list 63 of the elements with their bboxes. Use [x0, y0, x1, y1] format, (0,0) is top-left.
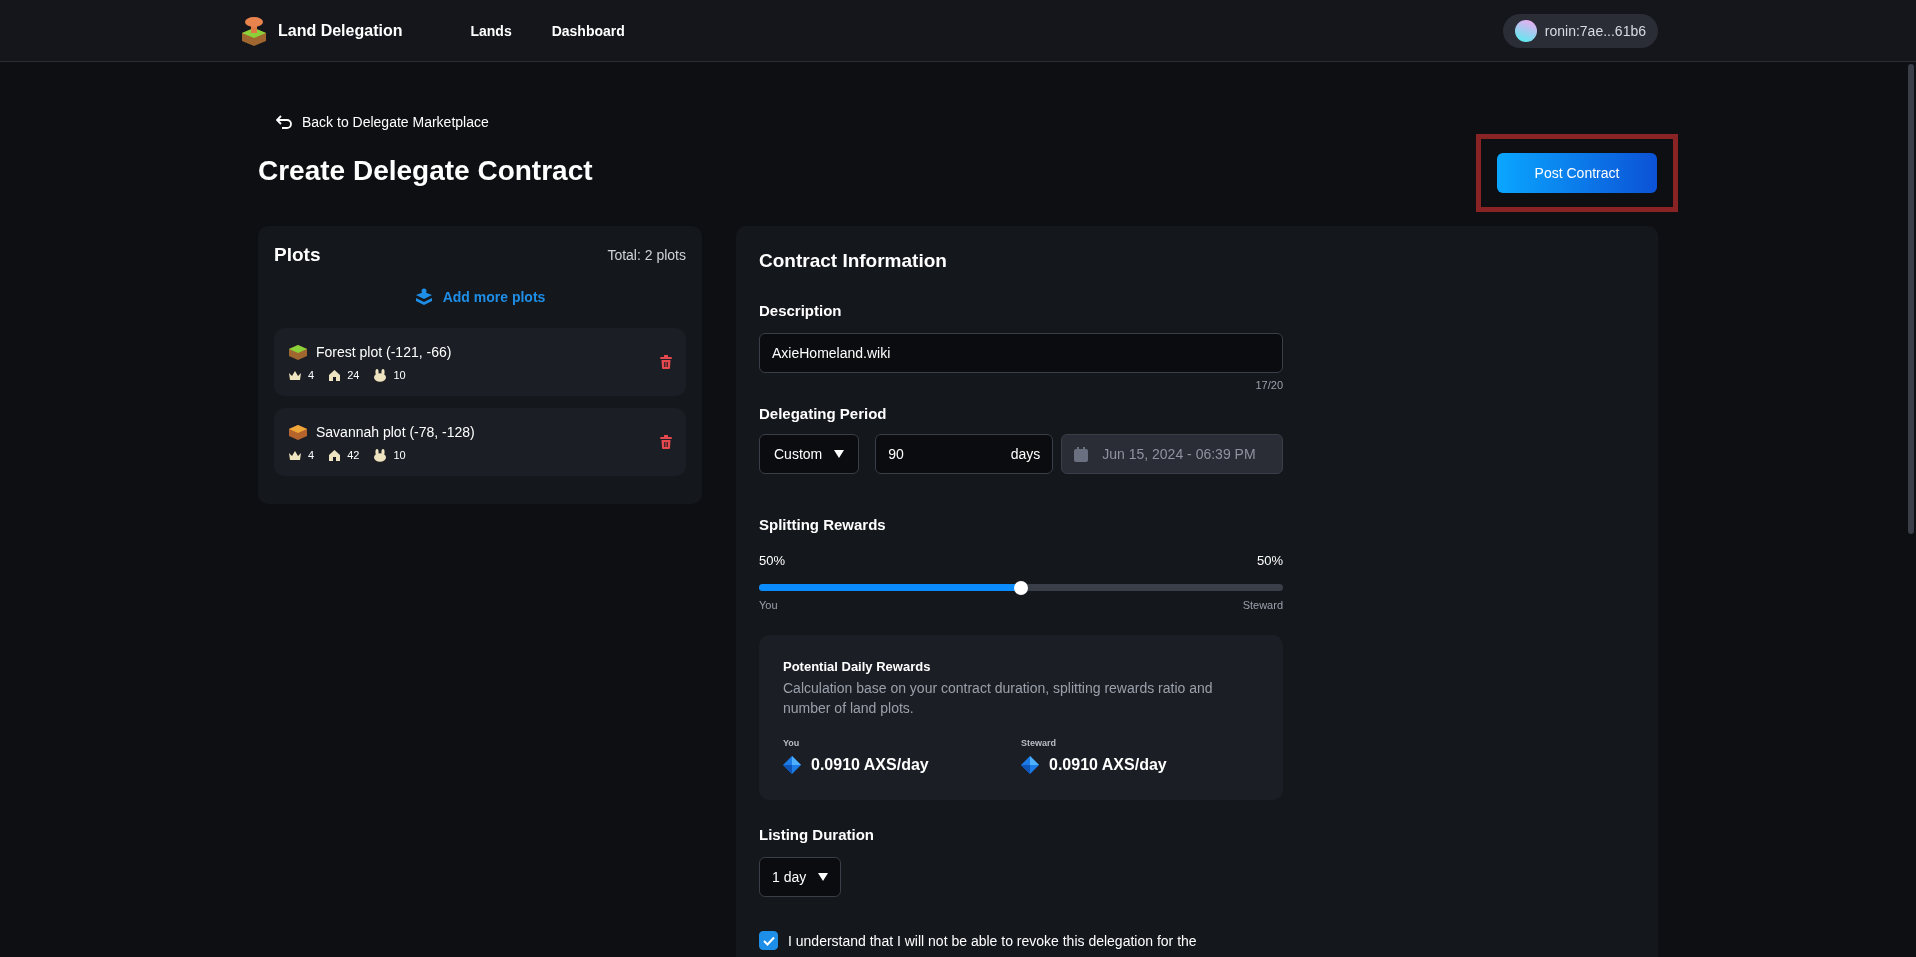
crown-icon	[288, 449, 302, 461]
delete-icon[interactable]	[660, 435, 672, 449]
scrollbar[interactable]	[1908, 64, 1914, 534]
brand-name: Land Delegation	[278, 21, 403, 40]
stat-value: 4	[308, 369, 315, 381]
wallet-button[interactable]: ronin:7ae...61b6	[1502, 13, 1658, 48]
stat-value: 10	[393, 449, 406, 461]
reward-value: 0.0910 AXS/day	[811, 756, 929, 774]
avatar-icon	[1514, 19, 1537, 42]
add-plots-link[interactable]: Add more plots	[414, 288, 546, 306]
percent-value: 50%	[759, 553, 786, 568]
house-icon	[328, 368, 342, 382]
diamond-token-icon	[1021, 756, 1039, 774]
calendar-icon	[1074, 446, 1089, 462]
end-date: Jun 15, 2024 - 06:39 PM	[1102, 446, 1256, 462]
reward-label: Steward	[1021, 738, 1057, 748]
back-arrow-icon	[276, 115, 292, 129]
slider-label: Steward	[1242, 599, 1283, 611]
reward-value: 0.0910 AXS/day	[1049, 756, 1167, 774]
field-label: Description	[759, 302, 843, 319]
stat-value: 24	[347, 369, 360, 381]
plots-total: Total: 2 plots	[607, 247, 686, 263]
slider-thumb[interactable]	[1014, 580, 1028, 595]
diamond-token-icon	[783, 756, 801, 774]
post-contract-button[interactable]: Post Contract	[1497, 153, 1657, 193]
nav-link[interactable]: Dashboard	[551, 22, 625, 39]
logo-icon	[240, 15, 268, 46]
period-dropdown[interactable]: Custom	[759, 434, 860, 474]
delete-icon[interactable]	[660, 355, 672, 369]
plot-name: Forest plot (-121, -66)	[316, 343, 452, 360]
plot-cube-icon	[288, 422, 308, 441]
house-icon	[328, 448, 342, 462]
panel-title: Plots	[274, 244, 321, 266]
field-label: Delegating Period	[759, 405, 888, 422]
stat-value: 4	[308, 449, 315, 461]
agreement-checkbox[interactable]	[759, 931, 778, 950]
description-field[interactable]: AxieHomeland.wiki	[759, 333, 1283, 373]
stat-value: 10	[393, 369, 406, 381]
rabbit-face-icon	[373, 448, 388, 462]
plot-name: Savannah plot (-78, -128)	[316, 423, 475, 440]
panel-title: Contract Information	[759, 250, 948, 272]
check-icon	[762, 935, 775, 946]
slider-label: You	[759, 599, 778, 611]
days-value: 90	[888, 446, 904, 462]
nav-link[interactable]: Lands	[470, 22, 512, 39]
listing-duration-dropdown[interactable]: 1 day	[759, 857, 842, 897]
agreement-text: I understand that I will not be able to revoke this delegation for the	[788, 932, 1197, 949]
back-link[interactable]: Back to Delegate Marketplace	[276, 114, 489, 130]
rabbit-face-icon	[373, 368, 388, 382]
stat-value: 42	[347, 449, 360, 461]
stack-icon	[414, 288, 433, 306]
percent-value: 50%	[1256, 553, 1283, 568]
page-title: Create Delegate Contract	[258, 155, 593, 187]
days-field[interactable]: 90 days	[875, 434, 1054, 474]
field-label: Splitting Rewards	[759, 516, 887, 533]
rewards-title: Potential Daily Rewards	[783, 659, 932, 674]
days-unit: days	[1010, 446, 1041, 462]
field-label: Listing Duration	[759, 826, 875, 843]
rewards-note: Calculation base on your contract duration, splitting rewards ratio and number of land plots.	[783, 679, 1214, 718]
reward-label: You	[783, 738, 801, 748]
crown-icon	[288, 369, 302, 381]
character-counter: 17/20	[1254, 379, 1283, 391]
plot-cube-icon	[288, 342, 308, 361]
